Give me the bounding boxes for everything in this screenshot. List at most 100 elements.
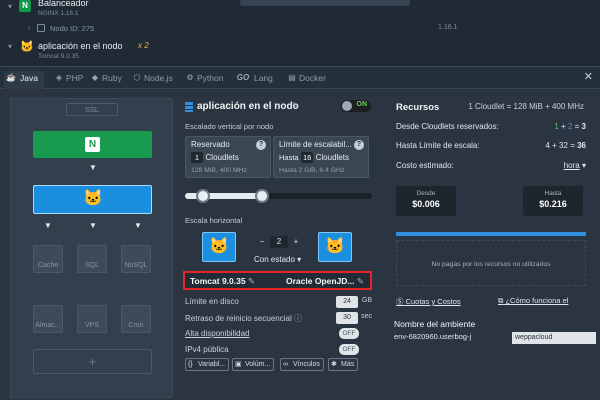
estimated-cost-row: Costo estimado: hora ▾	[396, 161, 586, 170]
chevron-down-icon[interactable]: ▾	[5, 42, 15, 51]
env-name-label: Nombre del ambiente	[394, 319, 476, 329]
node-sql[interactable]: SQL	[77, 245, 107, 273]
reserved-input[interactable]: 1	[191, 152, 203, 163]
vertical-scaling-label: Escalado vertical por nodo	[185, 122, 274, 131]
close-icon[interactable]: ✕	[584, 70, 593, 83]
tab-nodejs[interactable]: ⬡ Node.js	[130, 71, 173, 89]
help-icon[interactable]: ?	[256, 140, 266, 150]
tomcat-icon: 🐱	[83, 190, 103, 207]
arrow-down-icon: ▼	[89, 163, 97, 172]
increment-button[interactable]: +	[290, 236, 302, 248]
tab-docker[interactable]: ▤ Docker	[285, 71, 326, 89]
app-count: x 2	[138, 41, 149, 50]
high-availability-toggle[interactable]: OFF	[339, 328, 359, 339]
tomcat-icon: 🐱	[325, 238, 345, 255]
tomcat-node[interactable]: 🐱	[33, 185, 152, 214]
unused-resources-note: No pagas por los recursos no utilizados	[431, 261, 551, 268]
node-cron[interactable]: Cron	[121, 305, 151, 333]
public-ipv4-toggle[interactable]: OFF	[339, 344, 359, 355]
tab-ruby[interactable]: ◆ Ruby	[88, 71, 122, 89]
tomcat-icon: 🐱	[20, 41, 34, 53]
tomcat-version[interactable]: Tomcat 9.0.35 ✎	[190, 276, 255, 287]
edit-icon[interactable]: ✎	[292, 101, 299, 110]
nodo-version: 1.16.1	[438, 24, 458, 31]
decrement-button[interactable]: −	[256, 236, 268, 248]
volumes-button[interactable]: ▣ Volúm...	[232, 358, 275, 371]
env-row-balanceador[interactable]: ▾ N Balanceador NGINX 1.16.1	[0, 0, 600, 22]
reserved-slider-handle[interactable]	[196, 189, 210, 203]
env-row-app[interactable]: ▾ 🐱 aplicación en el nodo x 2 Tomcat 9.0…	[0, 38, 600, 66]
tab-python[interactable]: ⚙ Python	[183, 71, 223, 89]
edit-icon[interactable]: ✎	[357, 276, 364, 286]
node-count-stepper: − 2 +	[256, 236, 304, 248]
cost-from-box: Desde $0.006	[396, 186, 456, 216]
disk-limit-row: Límite en disco 24 GB	[185, 296, 372, 308]
tab-go[interactable]: GO Lang	[232, 71, 273, 89]
limit-input[interactable]: 16	[301, 152, 314, 163]
resources-panel: Recursos 1 Cloudlet = 128 MiB + 400 MHz …	[383, 88, 597, 393]
node-cache[interactable]: Cache	[33, 245, 63, 273]
node-icon	[37, 24, 45, 32]
java-icon: ☕	[6, 73, 16, 82]
edit-icon[interactable]: ✎	[248, 276, 255, 286]
scaling-limit-row: Hasta Límite de escala: 4 + 32 = 36	[396, 141, 586, 150]
node-title: aplicación en el nodo	[197, 101, 299, 112]
tab-php[interactable]: ◈ PHP	[52, 71, 84, 89]
nodejs-icon: ⬡	[133, 73, 141, 82]
quotas-link[interactable]: Ⓢ Cuotas y Costos	[396, 296, 461, 307]
variables-button[interactable]: {} Variabl...	[185, 358, 230, 371]
tomcat-icon: 🐱	[209, 238, 229, 255]
node-storage[interactable]: Almac...	[33, 305, 63, 333]
env-row-nodo[interactable]: › Nodo ID: 275 1.16.1	[0, 22, 600, 36]
dollar-icon: Ⓢ	[396, 297, 404, 306]
volume-icon: ▣	[235, 361, 242, 368]
stack-icon	[185, 102, 193, 112]
chevron-down-icon[interactable]: ▾	[5, 2, 15, 11]
chevron-right-icon[interactable]: ›	[24, 23, 34, 32]
tomcat-node-icon: 🐱	[202, 232, 236, 262]
nginx-node[interactable]: N	[33, 131, 152, 158]
app-name: aplicación en el nodo	[38, 41, 123, 51]
reserved-box: Reservado ? 1 Cloudlets 128 MiB, 400 MHz	[185, 136, 271, 178]
how-it-works-link[interactable]: ⧉ ¿Cómo funciona el	[498, 296, 568, 306]
node-nosql[interactable]: NoSQL	[121, 245, 151, 273]
app-sub: Tomcat 9.0.35	[38, 53, 79, 60]
cloudlet-definition: 1 Cloudlet = 128 MiB + 400 MHz	[468, 102, 584, 111]
node-on-switch[interactable]: ON	[341, 100, 371, 112]
add-node-button[interactable]: +	[33, 349, 152, 374]
python-icon: ⚙	[186, 73, 194, 82]
cloudlet-slider[interactable]	[185, 193, 372, 199]
limit-slider-handle[interactable]	[255, 189, 269, 203]
more-button[interactable]: ✱ Más	[328, 358, 359, 371]
help-icon[interactable]: ?	[354, 140, 364, 150]
stack-version-bar: Tomcat 9.0.35 ✎ Oracle OpenJD... ✎	[183, 271, 372, 290]
stateful-dropdown[interactable]: Con estado ▾	[254, 255, 301, 264]
balanceador-sub: NGINX 1.16.1	[38, 10, 79, 17]
from-reserved-row: Desde Cloudlets reservados: 1 + 2 = 3	[396, 122, 586, 131]
engine-tabs: ☕ Java ◈ PHP ◆ Ruby ⬡ Node.js ⚙ Python GO Lang…	[0, 67, 600, 89]
switch-knob	[342, 101, 352, 111]
wrench-icon: ✱	[331, 361, 337, 368]
arrow-down-icon: ▼	[44, 221, 52, 230]
tomcat-node-icon: 🐱	[318, 232, 352, 262]
node-vps[interactable]: VPS	[77, 305, 107, 333]
variables-icon: {}	[188, 361, 193, 368]
env-alias-input[interactable]: weppacloud	[512, 332, 596, 344]
cost-range-bar	[396, 232, 586, 236]
ssl-button[interactable]: SSL	[66, 103, 118, 116]
nginx-icon: N	[19, 0, 31, 12]
restart-delay-input[interactable]: 30	[336, 312, 358, 324]
cost-period-dropdown[interactable]: hora ▾	[564, 161, 586, 170]
disk-limit-input[interactable]: 24	[336, 296, 358, 308]
cost-range-fill	[396, 232, 586, 236]
node-count-input[interactable]: 2	[270, 236, 288, 248]
php-icon: ◈	[55, 73, 63, 82]
topology-panel: SSL N ▼ 🐱 ▼ ▼ ▼ Cache SQL NoSQL Almac...…	[10, 98, 173, 398]
links-button[interactable]: ∞ Vínculos	[280, 358, 324, 371]
go-icon: GO	[236, 73, 250, 82]
arrow-down-icon: ▼	[89, 221, 97, 230]
nodo-id: Nodo ID: 275	[50, 24, 95, 33]
help-icon[interactable]: ⓘ	[294, 314, 302, 323]
jdk-version[interactable]: Oracle OpenJD... ✎	[286, 276, 364, 287]
tab-java[interactable]: ☕ Java	[4, 71, 44, 89]
